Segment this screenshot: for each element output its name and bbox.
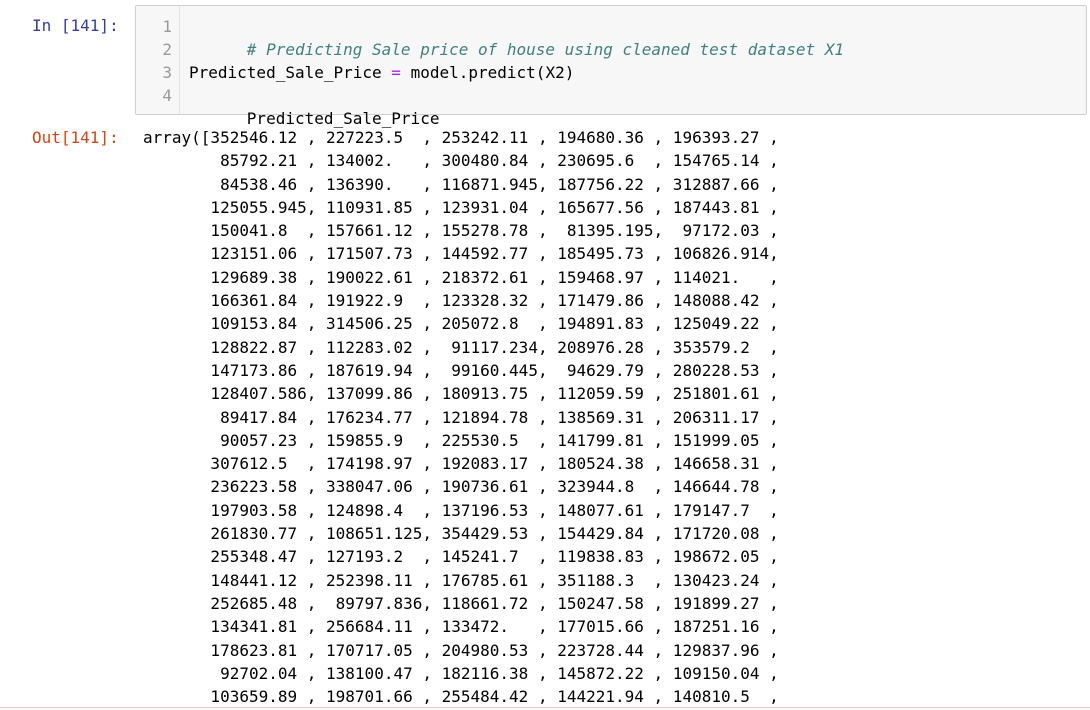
output-line: 109153.84 , 314506.25 , 205072.8 , 19489…: [143, 314, 779, 334]
output-line: array([352546.12 , 227223.5 , 253242.11 …: [143, 128, 779, 147]
line-number: 4: [162, 86, 172, 105]
cell-divider: [0, 707, 1090, 708]
output-line: 129689.38 , 190022.61 , 218372.61 , 1594…: [143, 267, 779, 287]
output-line: 236223.58 , 338047.06 , 190736.61 , 3239…: [143, 477, 779, 497]
output-line: 261830.77 , 108651.125, 354429.53 , 1544…: [143, 524, 779, 544]
output-line: 85792.21 , 134002. , 300480.84 , 230695.…: [143, 151, 779, 171]
output-text: array([352546.12 , 227223.5 , 253242.11 …: [143, 126, 1083, 708]
code-line-1: # Predicting Sale price of house using c…: [189, 15, 844, 59]
output-line: 125055.945, 110931.85 , 123931.04 , 1656…: [143, 197, 779, 217]
line-number: 2: [162, 40, 172, 59]
output-line: 166361.84 , 191922.9 , 123328.32 , 17147…: [143, 291, 779, 311]
output-line: 134341.81 , 256684.11 , 133472. , 177015…: [143, 617, 779, 637]
output-line: 90057.23 , 159855.9 , 225530.5 , 141799.…: [143, 430, 779, 450]
output-prompt: Out[141]:: [32, 128, 119, 147]
output-line: 103659.89 , 198701.66 , 255484.42 , 1442…: [143, 687, 779, 707]
code-comment: # Predicting Sale price of house using c…: [246, 40, 845, 59]
output-line: 147173.86 , 187619.94 , 99160.445, 94629…: [143, 360, 779, 380]
line-number: 1: [162, 17, 172, 36]
code-editor[interactable]: 1 2 3 4 # Predicting Sale price of house…: [135, 5, 1087, 128]
code-line-3: Predicted_Sale_Price = model.predict(X2): [189, 61, 574, 84]
output-line: 128407.586, 137099.86 , 180913.75 , 1120…: [143, 384, 779, 404]
input-prompt: In [141]:: [32, 16, 119, 35]
output-line: 178623.81 , 170717.05 , 204980.53 , 2237…: [143, 640, 779, 660]
output-line: 197903.58 , 124898.4 , 137196.53 , 14807…: [143, 500, 779, 520]
output-line: 128822.87 , 112283.02 , 91117.234, 20897…: [143, 337, 779, 357]
output-line: 255348.47 , 127193.2 , 145241.7 , 119838…: [143, 547, 779, 567]
code-operator: =: [391, 63, 401, 82]
code-call: model.predict(X2): [410, 63, 575, 82]
output-line: 84538.46 , 136390. , 116871.945, 187756.…: [143, 174, 779, 194]
code-variable: Predicted_Sale_Price: [189, 63, 382, 82]
output-line: 148441.12 , 252398.11 , 176785.61 , 3511…: [143, 570, 779, 590]
output-line: 307612.5 , 174198.97 , 192083.17 , 18052…: [143, 454, 779, 474]
output-line: 252685.48 , 89797.836, 118661.72 , 15024…: [143, 593, 779, 613]
output-line: 89417.84 , 176234.77 , 121894.78 , 13856…: [143, 407, 779, 427]
output-line: 150041.8 , 157661.12 , 155278.78 , 81395…: [143, 221, 779, 241]
code-line-4: Predicted_Sale_Price: [189, 84, 440, 128]
output-line: 123151.06 , 171507.73 , 144592.77 , 1854…: [143, 244, 779, 264]
output-line: 92702.04 , 138100.47 , 182116.38 , 14587…: [143, 663, 779, 683]
line-number: 3: [162, 63, 172, 82]
